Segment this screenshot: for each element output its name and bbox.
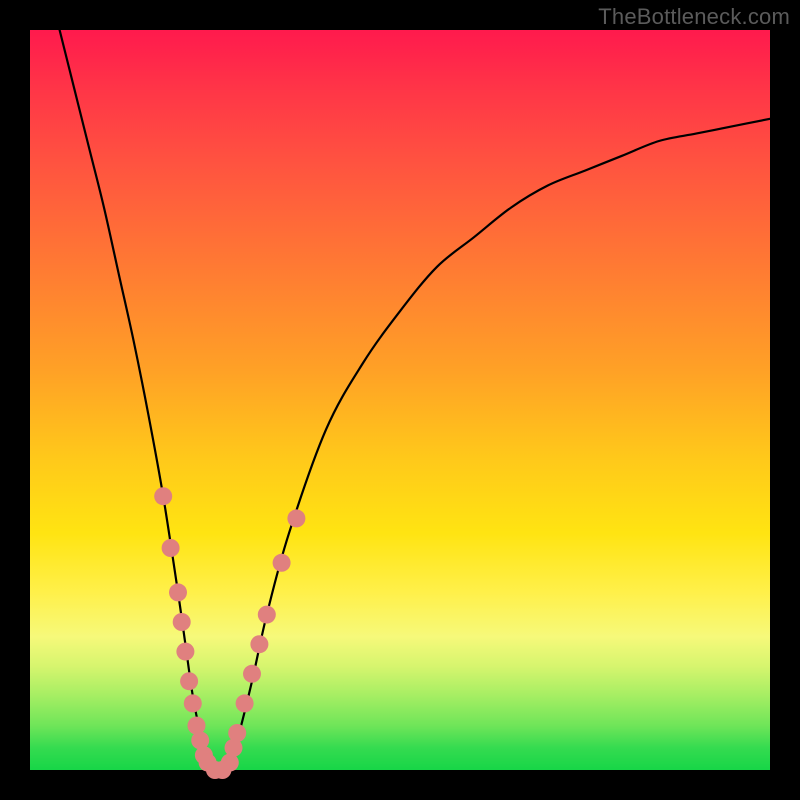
data-point xyxy=(173,613,191,631)
data-point xyxy=(236,694,254,712)
data-point xyxy=(169,583,187,601)
data-point xyxy=(258,606,276,624)
data-point xyxy=(154,487,172,505)
data-point xyxy=(228,724,246,742)
chart-frame: TheBottleneck.com xyxy=(0,0,800,800)
data-point xyxy=(273,554,291,572)
data-point xyxy=(287,509,305,527)
data-point xyxy=(243,665,261,683)
data-point xyxy=(180,672,198,690)
data-point xyxy=(176,643,194,661)
data-point xyxy=(250,635,268,653)
chart-svg xyxy=(30,30,770,770)
watermark-text: TheBottleneck.com xyxy=(598,4,790,30)
data-point xyxy=(162,539,180,557)
bottleneck-curve xyxy=(60,30,770,771)
data-point xyxy=(184,694,202,712)
plot-area xyxy=(30,30,770,770)
